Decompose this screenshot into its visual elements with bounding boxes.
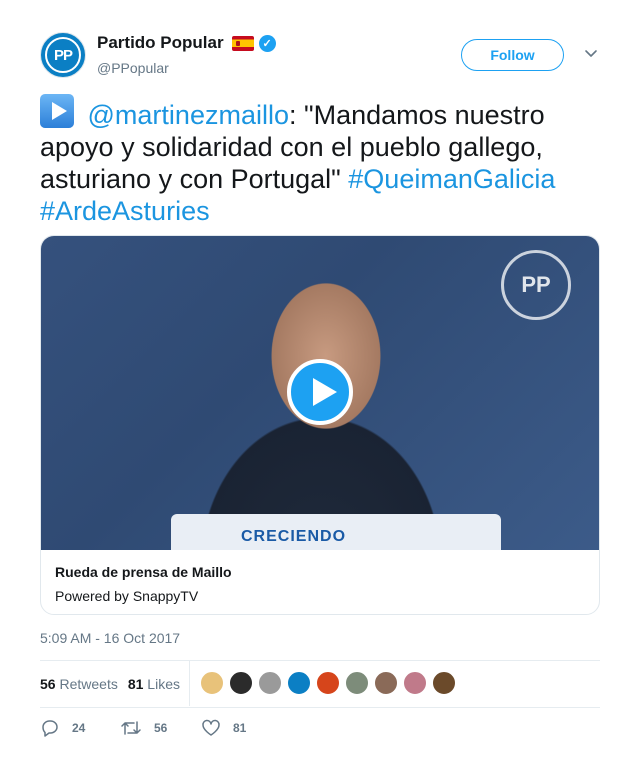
likes-stat[interactable]: 81 Likes xyxy=(128,676,180,692)
likers-avatars xyxy=(200,671,456,695)
retweet-icon xyxy=(121,721,141,735)
retweets-stat[interactable]: 56 Retweets xyxy=(40,676,118,692)
media-card[interactable]: PP CRECIENDO Rueda de prensa de Maillo P… xyxy=(40,235,600,615)
retweet-button[interactable]: 56 xyxy=(120,719,167,737)
author-handle[interactable]: @PPopular xyxy=(97,60,169,76)
reply-icon xyxy=(42,720,58,737)
retweets-label: Retweets xyxy=(59,676,118,692)
liker-avatar[interactable] xyxy=(287,671,311,695)
retweet-count: 56 xyxy=(154,721,168,735)
liker-avatar[interactable] xyxy=(229,671,253,695)
author-name[interactable]: Partido Popular xyxy=(97,33,224,53)
likes-count: 81 xyxy=(127,676,144,692)
reply-button[interactable]: 24 xyxy=(40,719,85,737)
play-button-emoji-icon xyxy=(40,94,74,128)
divider-top xyxy=(40,660,600,661)
card-title[interactable]: Rueda de prensa de Maillo xyxy=(55,564,232,580)
like-count: 81 xyxy=(233,721,247,735)
card-subtitle: Powered by SnappyTV xyxy=(55,588,199,604)
liker-avatar[interactable] xyxy=(374,671,398,695)
tweet-timestamp[interactable]: 5:09 AM - 16 Oct 2017 xyxy=(40,630,180,646)
avatar-logo: PP xyxy=(45,37,81,73)
video-thumbnail[interactable]: PP CRECIENDO xyxy=(41,236,599,550)
liker-avatar[interactable] xyxy=(345,671,369,695)
reply-count: 24 xyxy=(72,721,86,735)
like-button[interactable]: 81 xyxy=(201,719,246,737)
liker-avatar[interactable] xyxy=(432,671,456,695)
tweet-text: @martinezmaillo: "Mandamos nuestro apoyo… xyxy=(40,94,600,227)
author-name-row[interactable]: Partido Popular ✓ xyxy=(97,33,276,53)
podium-text: CRECIENDO xyxy=(241,528,347,545)
divider-bottom xyxy=(40,707,600,708)
play-icon[interactable] xyxy=(287,359,353,425)
video-pp-logo: PP xyxy=(501,250,571,320)
stats-row: 56 Retweets 81 Likes xyxy=(40,676,180,692)
heart-icon xyxy=(202,719,220,736)
liker-avatar[interactable] xyxy=(200,671,224,695)
liker-avatar[interactable] xyxy=(403,671,427,695)
stats-separator xyxy=(189,661,190,706)
mention-link[interactable]: @martinezmaillo xyxy=(88,100,289,130)
spain-flag-icon xyxy=(231,35,254,51)
chevron-down-icon[interactable] xyxy=(582,46,600,62)
follow-button[interactable]: Follow xyxy=(461,39,564,71)
liker-avatar[interactable] xyxy=(316,671,340,695)
liker-avatar[interactable] xyxy=(258,671,282,695)
hashtag-link-1[interactable]: #QueimanGalicia xyxy=(348,164,555,194)
retweets-count: 56 xyxy=(40,676,56,692)
verified-badge-icon: ✓ xyxy=(258,34,276,52)
avatar[interactable]: PP xyxy=(40,32,86,78)
hashtag-link-2[interactable]: #ArdeAsturies xyxy=(40,196,210,226)
likes-label: Likes xyxy=(147,676,180,692)
